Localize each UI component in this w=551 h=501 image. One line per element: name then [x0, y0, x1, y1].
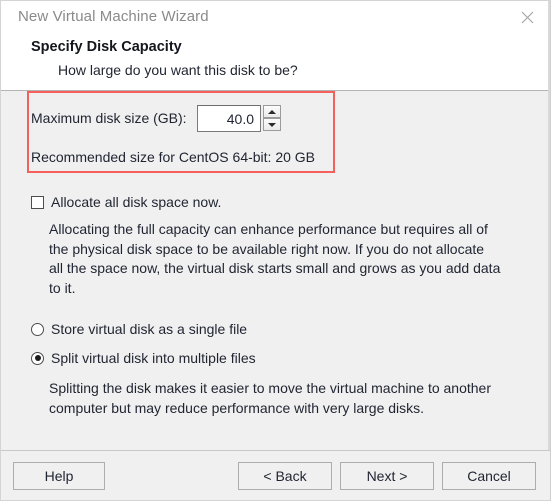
- page-title: Specify Disk Capacity: [31, 39, 182, 55]
- triangle-up-glyph: [268, 109, 276, 114]
- next-button[interactable]: Next >: [340, 462, 434, 490]
- back-button[interactable]: < Back: [238, 462, 332, 490]
- radio-store-single-file[interactable]: Store virtual disk as a single file: [31, 321, 247, 337]
- wizard-footer: Help < Back Next > Cancel: [1, 451, 550, 500]
- chevron-up-icon[interactable]: [263, 105, 281, 118]
- close-glyph: [521, 11, 533, 23]
- title-bar: New Virtual Machine Wizard: [1, 1, 550, 34]
- allocate-all-disk-space-checkbox[interactable]: Allocate all disk space now.: [31, 194, 221, 210]
- triangle-down-glyph: [268, 122, 276, 127]
- cancel-button[interactable]: Cancel: [442, 462, 536, 490]
- allocate-all-disk-space-label: Allocate all disk space now.: [51, 194, 222, 210]
- right-edge-strip: [548, 1, 550, 450]
- wizard-header: Specify Disk Capacity How large do you w…: [1, 34, 550, 91]
- allocate-description: Allocating the full capacity can enhance…: [49, 221, 501, 296]
- recommended-size-text: Recommended size for CentOS 64-bit: 20 G…: [31, 149, 316, 165]
- help-button[interactable]: Help: [13, 462, 105, 490]
- max-disk-size-input[interactable]: [197, 105, 261, 132]
- max-disk-size-stepper[interactable]: [197, 105, 281, 132]
- radio-circle-selected-icon: [31, 351, 44, 365]
- radio-store-single-file-label: Store virtual disk as a single file: [51, 321, 248, 337]
- wizard-body: Maximum disk size (GB): Recommended size…: [1, 91, 550, 450]
- radio-circle-icon: [31, 322, 44, 336]
- checkbox-box-icon: [31, 195, 44, 209]
- chevron-down-icon[interactable]: [263, 118, 281, 131]
- stepper-buttons: [263, 105, 281, 132]
- radio-split-multiple-files-label: Split virtual disk into multiple files: [51, 350, 256, 366]
- new-virtual-machine-wizard-dialog: New Virtual Machine Wizard Specify Disk …: [0, 0, 551, 501]
- radio-split-multiple-files[interactable]: Split virtual disk into multiple files: [31, 350, 256, 366]
- split-description: Splitting the disk makes it easier to mo…: [49, 380, 491, 416]
- window-title: New Virtual Machine Wizard: [18, 8, 209, 25]
- close-icon[interactable]: [504, 1, 550, 33]
- max-disk-size-label: Maximum disk size (GB):: [31, 110, 187, 126]
- page-subtitle: How large do you want this disk to be?: [58, 62, 298, 78]
